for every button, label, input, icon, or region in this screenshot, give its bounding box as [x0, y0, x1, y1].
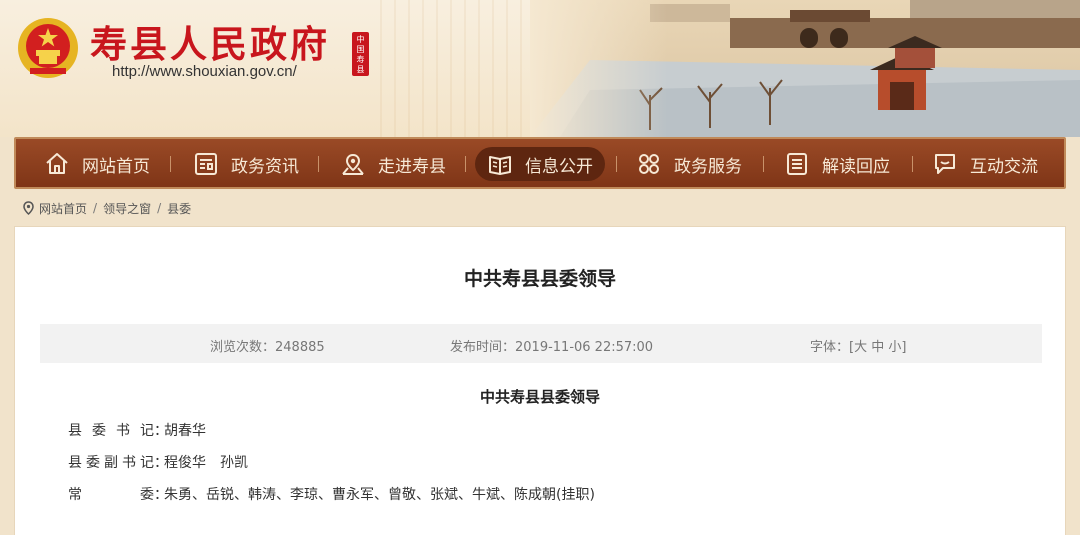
seal-stamp: 中国寿县	[352, 32, 369, 76]
page-title: 中共寿县县委领导	[463, 268, 616, 290]
city-gate-photo	[530, 0, 1080, 137]
nav-divider	[170, 156, 171, 172]
view-count: 浏览次数：248885	[210, 340, 325, 355]
nav-item-label: 信息公开	[525, 156, 593, 177]
breadcrumb-separator: /	[93, 201, 98, 215]
nav-divider	[616, 156, 617, 172]
article-subtitle: 中共寿县县委领导	[479, 388, 600, 406]
nav-item-services[interactable]: 政务服务	[624, 147, 754, 181]
home-icon	[46, 153, 68, 174]
publish-time: 发布时间：2019-11-06 22:57:00	[450, 340, 654, 355]
nav-divider	[465, 156, 466, 172]
nav-divider	[912, 156, 913, 172]
main-nav: 网站首页 政务资讯 走进寿县 信息公开 政务服务 解读回应 互动交流	[14, 137, 1066, 189]
nav-item-interpretation[interactable]: 解读回应	[772, 147, 902, 181]
breadcrumb-home[interactable]: 网站首页	[39, 200, 87, 217]
leader-row-deputy-secretary: 县委副书记： 程俊华 孙凯	[68, 452, 248, 472]
leader-row-value: 胡春华	[164, 423, 206, 439]
leader-row-label: 县委书记	[68, 423, 154, 439]
breadcrumb-separator: /	[157, 201, 162, 215]
site-url: http://www.shouxian.gov.cn/	[112, 63, 297, 80]
leader-row-secretary: 县委书记： 胡春华	[68, 420, 206, 440]
nav-item-interaction[interactable]: 互动交流	[920, 147, 1050, 181]
national-emblem-icon	[18, 18, 78, 78]
leader-row-value: 程俊华 孙凯	[164, 455, 248, 471]
leader-row-standing-members: 常委： 朱勇、岳锐、韩涛、李琼、曹永军、曾敬、张斌、牛斌、陈成朝(挂职)	[68, 484, 595, 504]
nav-item-label: 解读回应	[822, 156, 890, 177]
nav-divider	[318, 156, 319, 172]
book-icon	[489, 156, 511, 175]
map-pin-icon	[342, 153, 364, 175]
font-size-switcher[interactable]: 字体：[大 中 小]	[810, 336, 906, 355]
breadcrumb-leaders[interactable]: 领导之窗	[103, 200, 151, 217]
site-header: 寿县人民政府 http://www.shouxian.gov.cn/ 中国寿县	[0, 0, 1080, 137]
nav-divider	[763, 156, 764, 172]
leader-row-value: 朱勇、岳锐、韩涛、李琼、曹永军、曾敬、张斌、牛斌、陈成朝(挂职)	[164, 487, 595, 503]
nav-item-label: 政务资讯	[231, 156, 299, 177]
nav-item-home[interactable]: 网站首页	[32, 147, 162, 181]
nav-item-label: 互动交流	[970, 156, 1038, 177]
leader-row-label: 县委副书记	[68, 455, 154, 471]
nav-item-info-disclosure[interactable]: 信息公开	[475, 147, 605, 181]
nav-item-label: 政务服务	[674, 156, 742, 177]
leader-row-label: 常委	[68, 487, 154, 503]
grid-icon	[639, 154, 659, 174]
breadcrumb: 网站首页 / 领导之窗 / 县委	[22, 199, 191, 217]
nav-item-label: 走进寿县	[378, 156, 446, 177]
news-icon	[195, 153, 217, 175]
nav-item-news[interactable]: 政务资讯	[181, 147, 311, 181]
chat-icon	[935, 154, 955, 174]
site-title[interactable]: 寿县人民政府	[90, 14, 330, 68]
nav-item-label: 网站首页	[82, 156, 150, 177]
nav-item-about[interactable]: 走进寿县	[328, 147, 458, 181]
breadcrumb-county-committee[interactable]: 县委	[167, 200, 191, 217]
list-icon	[787, 153, 807, 175]
location-icon	[23, 201, 34, 215]
